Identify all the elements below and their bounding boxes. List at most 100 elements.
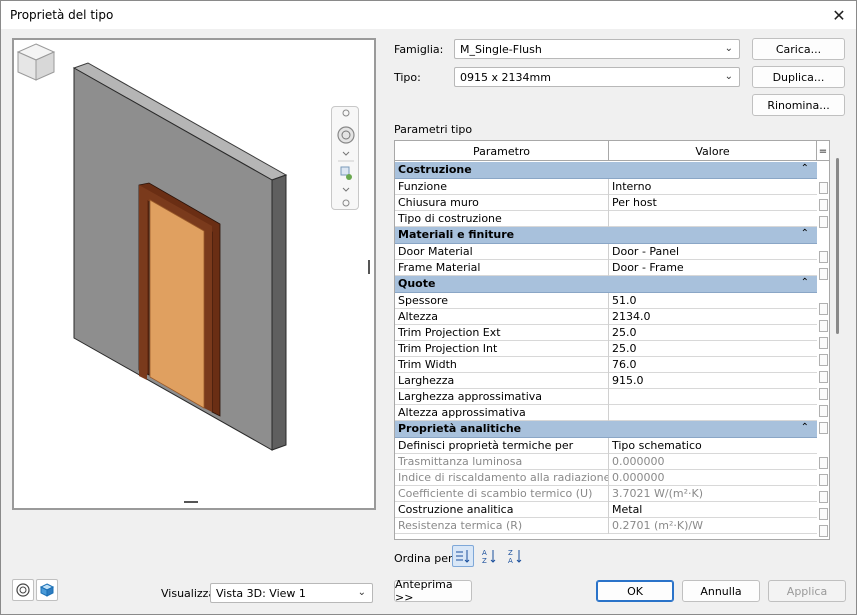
- associate-parameter-button[interactable]: [819, 320, 828, 332]
- parameter-value[interactable]: [609, 211, 817, 227]
- group-header-row[interactable]: Costruzione ⌃: [395, 162, 817, 179]
- associate-parameter-button[interactable]: [819, 199, 828, 211]
- associate-parameter-button[interactable]: [819, 354, 828, 366]
- table-row[interactable]: Altezza approssimativa: [395, 405, 817, 421]
- group-header-row[interactable]: Quote ⌃: [395, 276, 817, 293]
- famiglia-label: Famiglia:: [394, 43, 444, 56]
- associate-parameter-button[interactable]: [819, 371, 828, 383]
- table-scrollbar[interactable]: [831, 158, 843, 540]
- visualizza-combobox[interactable]: Vista 3D: View 1 ⌄: [210, 583, 373, 603]
- parameter-value[interactable]: Per host: [609, 195, 817, 211]
- table-row[interactable]: Trim Projection Int 25.0: [395, 341, 817, 357]
- parameter-value[interactable]: 3.7021 W/(m²·K): [609, 486, 817, 502]
- viewcube-icon[interactable]: [14, 40, 58, 86]
- associate-parameter-button[interactable]: [819, 474, 828, 486]
- table-row[interactable]: Costruzione analitica Metal: [395, 502, 817, 518]
- parameter-value[interactable]: 0.000000: [609, 454, 817, 470]
- associate-parameter-button[interactable]: [819, 268, 828, 280]
- table-row[interactable]: Resistenza termica (R) 0.2701 (m²·K)/W: [395, 518, 817, 534]
- collapse-icon[interactable]: ⌃: [801, 422, 809, 433]
- table-row[interactable]: Chiusura muro Per host: [395, 195, 817, 211]
- table-row[interactable]: Definisci proprietà termiche per Tipo sch…: [395, 438, 817, 454]
- collapse-icon[interactable]: ⌃: [801, 228, 809, 239]
- table-row[interactable]: Funzione Interno: [395, 179, 817, 195]
- tipo-combobox[interactable]: 0915 x 2134mm ⌄: [454, 67, 740, 87]
- column-header-parametro[interactable]: Parametro: [395, 141, 609, 161]
- ok-button[interactable]: OK: [596, 580, 674, 602]
- table-row[interactable]: Door Material Door - Panel: [395, 244, 817, 260]
- associate-parameter-button[interactable]: [819, 491, 828, 503]
- column-header-valore[interactable]: Valore: [609, 141, 817, 161]
- parameter-value[interactable]: Door - Panel: [609, 244, 817, 260]
- preview-3d-viewport[interactable]: [12, 38, 376, 510]
- table-row[interactable]: Indice di riscaldamento alla radiazione …: [395, 470, 817, 486]
- view-cube-toggle-icon[interactable]: [36, 579, 58, 601]
- table-row[interactable]: Spessore 51.0: [395, 293, 817, 309]
- parameter-value[interactable]: Door - Frame: [609, 260, 817, 276]
- table-row[interactable]: Trim Width 76.0: [395, 357, 817, 373]
- svg-text:Z: Z: [508, 549, 513, 557]
- parameter-value[interactable]: [609, 389, 817, 405]
- parameter-value[interactable]: 0.000000: [609, 470, 817, 486]
- table-row[interactable]: Altezza 2134.0: [395, 309, 817, 325]
- sort-descending-icon[interactable]: ZA: [504, 545, 526, 567]
- parameter-value[interactable]: Tipo schematico: [609, 438, 817, 454]
- annulla-button[interactable]: Annulla: [682, 580, 760, 602]
- parameter-name: Tipo di costruzione: [395, 211, 609, 227]
- sort-ascending-icon[interactable]: AZ: [478, 545, 500, 567]
- parameter-name: Trim Width: [395, 357, 609, 373]
- carica-button[interactable]: Carica...: [752, 38, 845, 60]
- visualizza-value: Vista 3D: View 1: [216, 587, 306, 600]
- associate-parameter-button[interactable]: [819, 182, 828, 194]
- collapse-icon[interactable]: ⌃: [801, 163, 809, 174]
- group-name: Quote: [398, 277, 436, 290]
- preview-splitter-grip[interactable]: [368, 260, 370, 274]
- associate-parameter-button[interactable]: [819, 251, 828, 263]
- associate-parameter-button[interactable]: [819, 337, 828, 349]
- rinomina-button[interactable]: Rinomina...: [752, 94, 845, 116]
- table-row[interactable]: Tipo di costruzione: [395, 211, 817, 227]
- associate-parameter-button[interactable]: [819, 525, 828, 537]
- parametri-tipo-label: Parametri tipo: [394, 123, 473, 136]
- duplica-button[interactable]: Duplica...: [752, 66, 845, 88]
- associate-parameter-button[interactable]: [819, 508, 828, 520]
- scrollbar-thumb[interactable]: [836, 158, 839, 334]
- table-row[interactable]: Trim Projection Ext 25.0: [395, 325, 817, 341]
- close-icon[interactable]: ✕: [822, 1, 856, 29]
- associate-parameter-button[interactable]: [819, 422, 828, 434]
- table-row[interactable]: Frame Material Door - Frame: [395, 260, 817, 276]
- table-row[interactable]: Coefficiente di scambio termico (U) 3.702…: [395, 486, 817, 502]
- associate-parameter-button[interactable]: [819, 216, 828, 228]
- parameter-value[interactable]: 0.2701 (m²·K)/W: [609, 518, 817, 534]
- table-row[interactable]: Larghezza approssimativa: [395, 389, 817, 405]
- navigation-bar: [331, 106, 359, 210]
- parameter-value[interactable]: 2134.0: [609, 309, 817, 325]
- parameter-value[interactable]: 51.0: [609, 293, 817, 309]
- svg-text:A: A: [482, 549, 487, 557]
- preview-resize-grip[interactable]: [184, 501, 198, 503]
- parameter-value[interactable]: Interno: [609, 179, 817, 195]
- famiglia-combobox[interactable]: M_Single-Flush ⌄: [454, 39, 740, 59]
- parameter-name: Trim Projection Int: [395, 341, 609, 357]
- associate-parameter-button[interactable]: [819, 388, 828, 400]
- parameter-value[interactable]: [609, 405, 817, 421]
- group-header-row[interactable]: Proprietà analitiche ⌃: [395, 421, 817, 438]
- group-header-row[interactable]: Materiali e finiture ⌃: [395, 227, 817, 244]
- table-row[interactable]: Larghezza 915.0: [395, 373, 817, 389]
- table-row[interactable]: Trasmittanza luminosa 0.000000: [395, 454, 817, 470]
- associate-parameter-button[interactable]: [819, 303, 828, 315]
- collapse-icon[interactable]: ⌃: [801, 277, 809, 288]
- anteprima-button[interactable]: Anteprima >>: [394, 578, 472, 604]
- sort-grouped-icon[interactable]: [452, 545, 474, 567]
- parameter-value[interactable]: Metal: [609, 502, 817, 518]
- parameter-value[interactable]: 915.0: [609, 373, 817, 389]
- parameter-value[interactable]: 76.0: [609, 357, 817, 373]
- associate-parameter-button[interactable]: [819, 405, 828, 417]
- steering-wheel-icon[interactable]: [12, 579, 34, 601]
- associate-parameter-button[interactable]: [819, 457, 828, 469]
- parameter-value[interactable]: 25.0: [609, 341, 817, 357]
- applica-button[interactable]: Applica: [768, 580, 846, 602]
- parameter-name: Trim Projection Ext: [395, 325, 609, 341]
- table-header: Parametro Valore =: [395, 141, 829, 161]
- parameter-value[interactable]: 25.0: [609, 325, 817, 341]
